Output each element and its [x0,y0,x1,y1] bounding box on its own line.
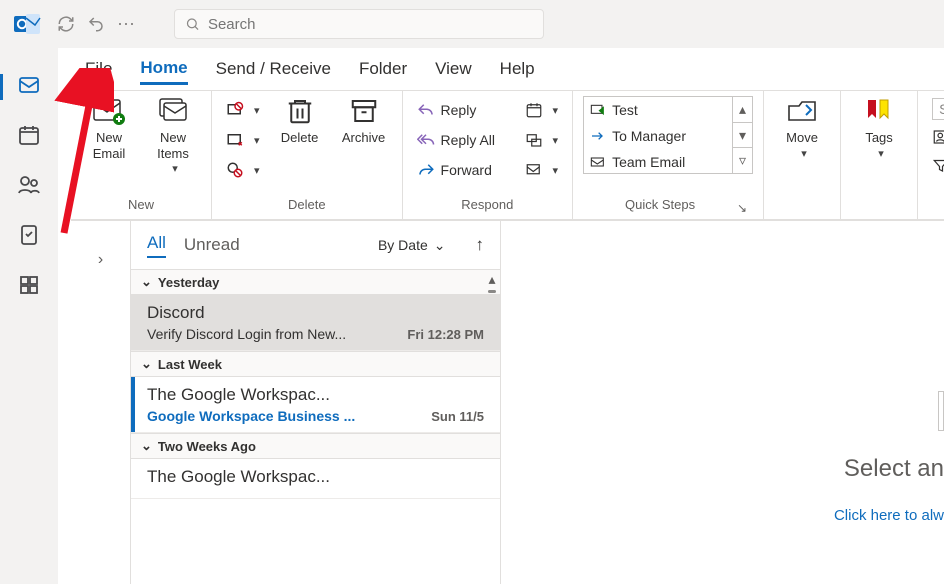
ribbon-group-new: New Email New Items New [71,90,212,219]
tab-folder[interactable]: Folder [359,55,407,83]
ribbon-group-move: Move [764,90,841,219]
mail-icon[interactable] [16,72,42,98]
ignore-button[interactable] [222,96,264,124]
new-items-label: New Items [157,130,189,161]
filter-unread-tab[interactable]: Unread [184,235,240,255]
message-time: Fri 12:28 PM [407,327,484,342]
ribbon: New Email New Items New Delete Archive [71,90,944,220]
quick-step-to-manager[interactable]: To Manager [584,123,732,149]
undo-icon[interactable] [84,12,108,36]
chevron-down-icon: ⌄ [141,438,152,454]
left-rail [0,48,58,584]
share-teams-button[interactable] [521,126,563,154]
sync-icon[interactable] [54,12,78,36]
message-time: Sun 11/5 [431,409,484,424]
message-subject: Google Workspace Business ... [147,408,355,424]
ribbon-group-find: Search Ad Fil [918,90,944,219]
folder-nav-collapsed[interactable]: › [71,221,131,584]
menu-bar: File Home Send / Receive Folder View Hel… [0,48,944,90]
tags-label: Tags [865,130,892,146]
reply-button[interactable]: Reply [413,96,513,124]
tasks-icon[interactable] [16,222,42,248]
tags-button[interactable]: Tags [851,96,907,161]
calendar-icon[interactable] [16,122,42,148]
quick-steps-up-icon[interactable]: ▴ [733,97,752,123]
ribbon-group-new-label: New [81,197,201,219]
ribbon-group-respond: Reply Reply All Forward Respond [403,90,574,219]
scroll-thumb[interactable] [488,290,496,293]
sort-ascending-icon[interactable]: ↑ [476,235,485,255]
scroll-up-icon[interactable]: ▴ [488,271,495,288]
title-bar: ⋯ [0,0,944,48]
date-group-header[interactable]: ⌄Yesterday [131,269,500,295]
tab-send-receive[interactable]: Send / Receive [216,55,331,83]
message-subject: Verify Discord Login from New... [147,326,346,342]
junk-button[interactable] [222,156,264,184]
quick-step-team-email[interactable]: Team Email [584,149,732,175]
search-people-input[interactable]: Search [932,96,944,122]
ribbon-group-tags: Tags [841,90,918,219]
move-label: Move [786,130,818,146]
filter-email-button[interactable]: Fil [932,152,944,178]
chevron-down-icon: ⌄ [434,237,446,254]
expand-folders-icon[interactable]: › [98,251,103,584]
sort-by-date[interactable]: By Date ⌄ [378,237,446,254]
search-input[interactable] [208,16,533,33]
apps-icon[interactable] [16,272,42,298]
search-box[interactable] [174,9,544,39]
message-from: The Google Workspac... [147,467,484,487]
message-item[interactable]: The Google Workspac... [131,459,500,499]
message-from: Discord [147,303,484,323]
reading-always-preview-link[interactable]: Click here to alw [834,507,944,524]
more-respond-button[interactable] [521,156,563,184]
outlook-logo-icon [14,10,42,38]
reply-all-button[interactable]: Reply All [413,126,513,154]
message-item[interactable]: The Google Workspac... Google Workspace B… [131,377,500,433]
message-from: The Google Workspac... [147,385,484,405]
ribbon-group-quicksteps-label: Quick Steps [583,197,737,219]
delete-label: Delete [281,130,319,146]
quick-step-test[interactable]: Test [584,97,732,123]
ribbon-group-respond-label: Respond [413,197,563,219]
content-area: › All Unread By Date ⌄ ↑ ▴ ⌄YesterdayDis… [71,220,944,584]
tab-help[interactable]: Help [500,55,535,83]
cleanup-button[interactable] [222,126,264,154]
meeting-button[interactable] [521,96,563,124]
date-group-header[interactable]: ⌄Two Weeks Ago [131,433,500,459]
message-item[interactable]: Discord Verify Discord Login from New... F… [131,295,500,351]
reading-pane: Select an Click here to alw [501,221,944,584]
chevron-down-icon: ⌄ [141,356,152,372]
address-book-button[interactable]: Ad [932,124,944,150]
archive-button[interactable]: Archive [336,96,392,146]
new-email-label: New Email [93,130,126,161]
forward-button[interactable]: Forward [413,156,513,184]
reading-empty-hint: Select an [834,455,944,483]
archive-label: Archive [342,130,385,146]
move-button[interactable]: Move [774,96,830,161]
new-email-button[interactable]: New Email [81,96,137,161]
quick-steps-gallery[interactable]: Test To Manager Team Email ▴ ▾ ▿ [583,96,753,174]
quick-steps-more-icon[interactable]: ▿ [733,148,752,173]
people-icon[interactable] [16,172,42,198]
new-items-button[interactable]: New Items [145,96,201,176]
quick-steps-down-icon[interactable]: ▾ [733,123,752,149]
ribbon-group-delete: Delete Archive Delete [212,90,403,219]
qat-customize-icon[interactable]: ⋯ [114,12,138,36]
message-list-scrollbar[interactable]: ▴ [483,271,501,293]
quicksteps-dialog-launcher-icon[interactable]: ↘ [737,201,753,215]
filter-all-tab[interactable]: All [147,233,166,258]
ribbon-group-quicksteps: Test To Manager Team Email ▴ ▾ ▿ Quick S… [573,90,764,219]
delete-button[interactable]: Delete [272,96,328,146]
reading-pane-handle[interactable] [938,391,944,431]
chevron-down-icon: ⌄ [141,274,152,290]
message-list-pane: All Unread By Date ⌄ ↑ ▴ ⌄YesterdayDisco… [131,221,501,584]
date-group-header[interactable]: ⌄Last Week [131,351,500,377]
search-icon [185,16,200,32]
tab-view[interactable]: View [435,55,472,83]
ribbon-group-delete-label: Delete [222,197,392,219]
tab-home[interactable]: Home [140,54,187,85]
tab-file[interactable]: File [85,55,112,83]
